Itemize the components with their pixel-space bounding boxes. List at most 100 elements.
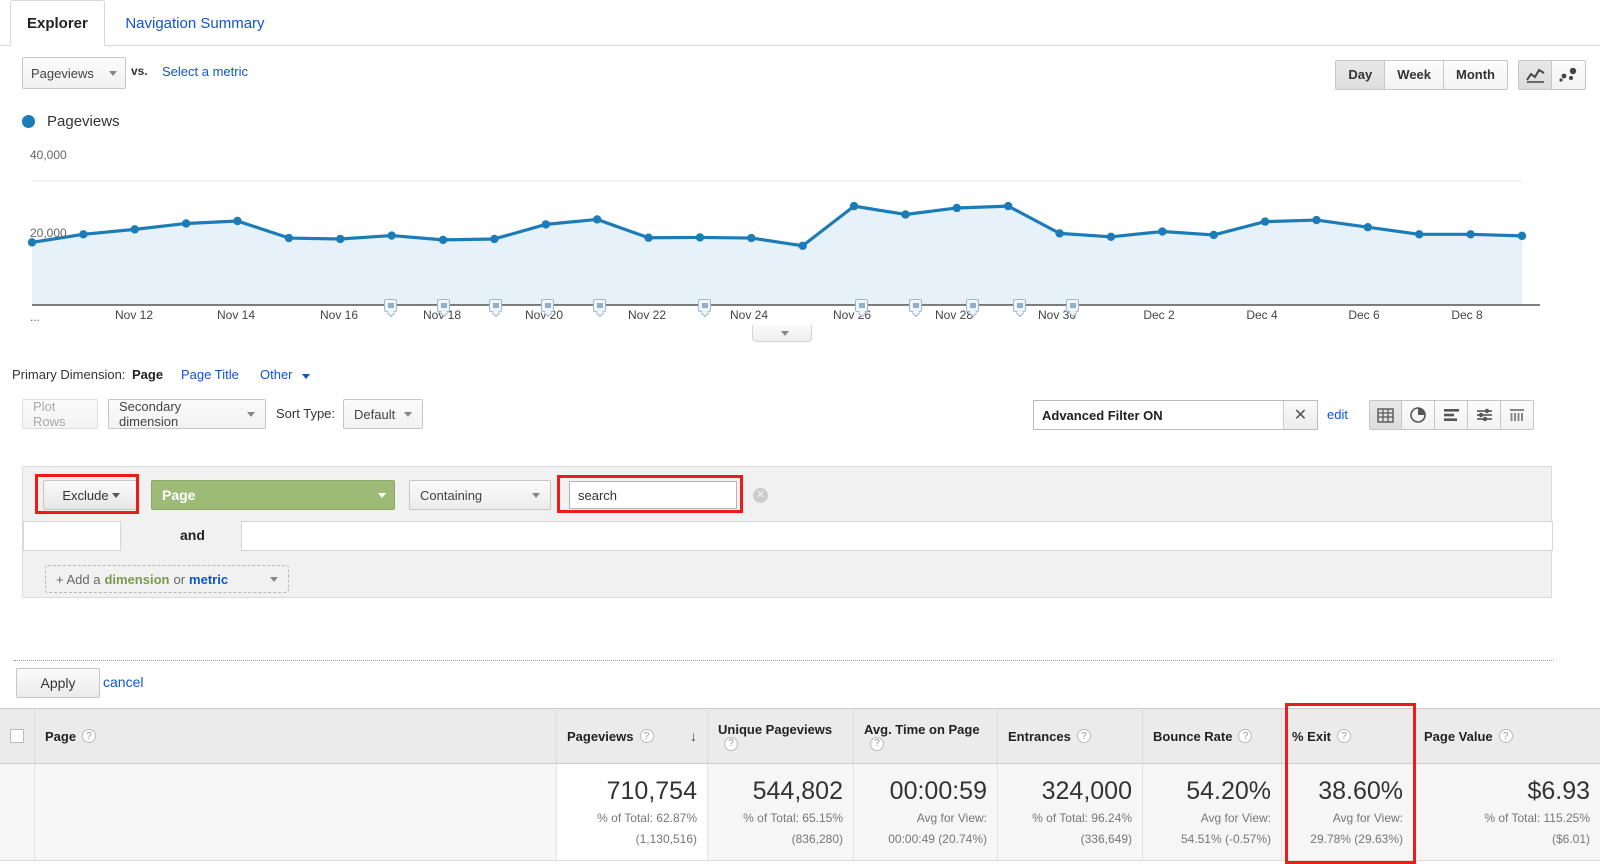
table-toolbar: Plot Rows Secondary dimension Sort Type:… <box>0 396 1600 438</box>
x-axis-label-nov-14: Nov 14 <box>216 308 256 322</box>
granularity-month[interactable]: Month <box>1444 60 1508 90</box>
line-chart-icon[interactable] <box>1518 60 1552 90</box>
x-axis-label-nov-16: Nov 16 <box>319 308 359 322</box>
help-icon[interactable]: ? <box>870 736 884 751</box>
x-axis-label-dec-4: Dec 4 <box>1246 308 1278 322</box>
cancel-link[interactable]: cancel <box>103 674 143 690</box>
advanced-filter-status-box[interactable]: Advanced Filter ON ✕ <box>1033 400 1318 430</box>
column-header-page[interactable]: Page? <box>34 709 556 763</box>
filter-blank-right-input[interactable] <box>241 521 1553 551</box>
column-label-pageviews: Pageviews <box>567 728 634 744</box>
scatter-chart-icon[interactable] <box>1552 60 1586 90</box>
chevron-down-icon <box>270 576 278 582</box>
summary-unique-pageviews-total: (836,280) <box>791 832 843 846</box>
summary-bounce-rate-label: Avg for View: <box>1200 811 1271 825</box>
sort-type-select[interactable]: Default <box>343 399 423 429</box>
x-axis-start-ellipsis: ... <box>30 310 41 324</box>
x-axis-label-dec-2: Dec 2 <box>1143 308 1175 322</box>
primary-dimension-page-title[interactable]: Page Title <box>181 367 239 382</box>
annotation-marker[interactable] <box>855 299 868 312</box>
primary-dimension-row: Primary Dimension: Page Page Title Other <box>0 364 1600 390</box>
table-header-row: Page? Pageviews? ↓ Unique Pageviews? Avg… <box>0 708 1600 764</box>
column-header-entrances[interactable]: Entrances? <box>997 709 1142 763</box>
performance-view-icon[interactable] <box>1435 400 1468 430</box>
filter-dimension-select[interactable]: Page <box>151 480 395 510</box>
column-header-unique-pageviews[interactable]: Unique Pageviews? <box>707 709 853 763</box>
y-axis-label-40000: 40,000 <box>30 148 67 162</box>
column-header-pct-exit[interactable]: % Exit? <box>1281 709 1413 763</box>
select-a-metric-link[interactable]: Select a metric <box>162 64 248 79</box>
column-header-page-value[interactable]: Page Value? <box>1413 709 1600 763</box>
annotation-marker[interactable] <box>384 299 397 312</box>
include-exclude-select[interactable]: Exclude <box>43 480 139 510</box>
filter-match-type-label: Containing <box>420 487 483 503</box>
help-icon[interactable]: ? <box>82 729 97 743</box>
summary-avg-time-comparison: 00:00:49 (20.74%) <box>888 832 987 846</box>
granularity-day[interactable]: Day <box>1335 60 1386 90</box>
edit-filter-link[interactable]: edit <box>1327 407 1348 422</box>
summary-page-value-value: $6.93 <box>1527 777 1590 805</box>
column-header-avg-time-on-page[interactable]: Avg. Time on Page? <box>853 709 997 763</box>
filter-match-type-select[interactable]: Containing <box>409 480 551 510</box>
apply-button[interactable]: Apply <box>16 668 100 698</box>
filter-search-input[interactable]: search <box>569 481 737 509</box>
primary-dimension-other[interactable]: Other <box>260 367 311 382</box>
add-dimension-or-metric-button[interactable]: + Add a dimension or metric <box>45 565 289 593</box>
tab-explorer[interactable]: Explorer <box>10 0 105 46</box>
close-icon[interactable]: ✕ <box>1283 401 1317 429</box>
column-label-bounce-rate: Bounce Rate <box>1153 728 1233 744</box>
summary-page-cell <box>34 764 556 860</box>
annotation-marker[interactable] <box>437 299 450 312</box>
summary-pageviews-pct: % of Total: 62.87% <box>597 811 697 825</box>
select-all-checkbox[interactable] <box>10 729 24 743</box>
table-summary-row: 710,754 % of Total: 62.87% (1,130,516) 5… <box>0 764 1600 861</box>
chevron-down-icon <box>111 492 120 498</box>
add-or-label: or <box>173 571 186 587</box>
help-icon[interactable]: ? <box>1337 729 1352 743</box>
plot-rows-button[interactable]: Plot Rows <box>22 399 98 429</box>
tab-navigation-summary[interactable]: Navigation Summary <box>109 1 280 46</box>
x-axis-label-nov-22: Nov 22 <box>627 308 667 322</box>
annotation-marker[interactable] <box>1066 299 1079 312</box>
summary-unique-pageviews-value: 544,802 <box>752 777 843 805</box>
filter-search-value: search <box>578 487 618 503</box>
column-header-bounce-rate[interactable]: Bounce Rate? <box>1142 709 1281 763</box>
filter-blank-left-input[interactable] <box>23 521 121 551</box>
x-axis-label-nov-12: Nov 12 <box>114 308 154 322</box>
clear-condition-icon[interactable]: ✕ <box>753 487 768 503</box>
pageviews-timeline-chart[interactable]: 40,000 20,000 Nov 12 Nov 14 Nov 16 Nov 18 No… <box>0 140 1600 340</box>
chevron-down-icon <box>109 70 117 76</box>
granularity-week[interactable]: Week <box>1385 60 1445 90</box>
help-icon[interactable]: ? <box>1498 729 1513 743</box>
annotation-marker[interactable] <box>1013 299 1026 312</box>
add-prefix-label: + Add a <box>56 571 101 587</box>
summary-checkbox-cell <box>0 764 34 860</box>
column-label-page-value: Page Value <box>1424 728 1493 744</box>
comparison-view-icon[interactable] <box>1468 400 1501 430</box>
primary-metric-select[interactable]: Pageviews <box>22 57 126 89</box>
primary-dimension-page[interactable]: Page <box>132 367 163 382</box>
annotation-marker[interactable] <box>489 299 502 312</box>
chart-collapse-handle[interactable] <box>752 325 812 342</box>
pivot-view-icon[interactable] <box>1501 400 1534 430</box>
column-label-entrances: Entrances <box>1008 728 1071 744</box>
sort-type-value: Default <box>354 406 396 422</box>
summary-bounce-rate-comparison: 54.51% (-0.57%) <box>1180 832 1271 846</box>
chart-type-selector <box>1518 60 1586 90</box>
summary-bounce-rate-cell: 54.20% Avg for View: 54.51% (-0.57%) <box>1142 764 1281 860</box>
summary-page-value-pct: % of Total: 115.25% <box>1484 811 1590 825</box>
annotation-marker[interactable] <box>966 299 979 312</box>
annotation-marker[interactable] <box>909 299 922 312</box>
other-label: Other <box>260 367 293 382</box>
table-view-icon[interactable] <box>1369 400 1402 430</box>
annotation-marker[interactable] <box>593 299 606 312</box>
secondary-dimension-button[interactable]: Secondary dimension <box>108 399 266 429</box>
help-icon[interactable]: ? <box>639 729 654 743</box>
help-icon[interactable]: ? <box>724 736 738 751</box>
help-icon[interactable]: ? <box>1238 729 1253 743</box>
pie-view-icon[interactable] <box>1402 400 1435 430</box>
column-header-pageviews[interactable]: Pageviews? ↓ <box>556 709 707 763</box>
help-icon[interactable]: ? <box>1076 729 1091 743</box>
annotation-marker[interactable] <box>698 299 711 312</box>
annotation-marker[interactable] <box>541 299 554 312</box>
